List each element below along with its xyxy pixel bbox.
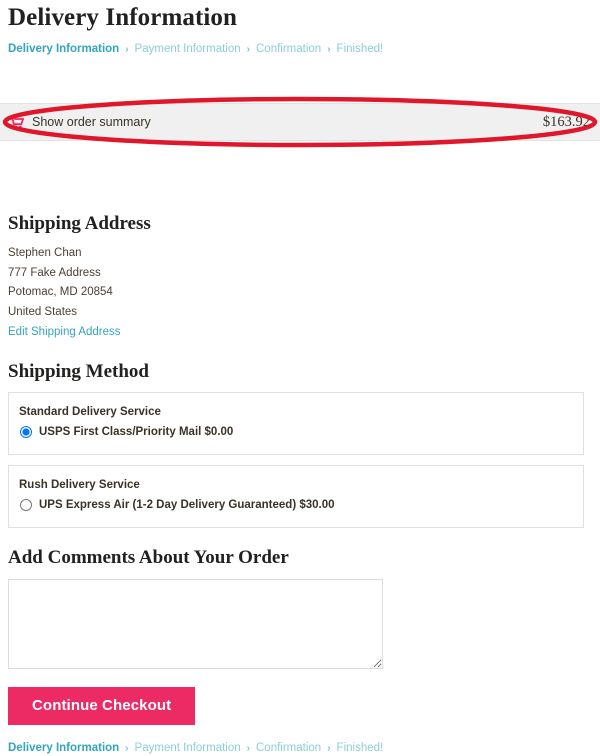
shopping-cart-icon bbox=[9, 115, 24, 129]
shipping-option-radio[interactable] bbox=[20, 426, 32, 438]
continue-checkout-button[interactable]: Continue Checkout bbox=[8, 686, 196, 725]
step-confirmation-top[interactable]: Confirmation bbox=[256, 43, 321, 55]
order-summary-left: Show order summary bbox=[0, 115, 543, 129]
order-summary-label: Show order summary bbox=[32, 115, 151, 129]
shipping-option-label: UPS Express Air (1-2 Day Delivery Guaran… bbox=[39, 498, 335, 511]
shipping-method-group-rush: Rush Delivery Service UPS Express Air (1… bbox=[8, 464, 584, 528]
checkout-delivery-page: Delivery Information Delivery Informatio… bbox=[0, 0, 600, 754]
step-separator-icon: › bbox=[327, 742, 331, 754]
order-comments-heading: Add Comments About Your Order bbox=[8, 546, 289, 568]
shipping-group-name: Standard Delivery Service bbox=[19, 405, 161, 418]
shipping-method-group-standard: Standard Delivery Service USPS First Cla… bbox=[8, 391, 584, 455]
address-line-country: United States bbox=[8, 305, 78, 318]
step-delivery-information-bottom[interactable]: Delivery Information bbox=[8, 742, 119, 754]
order-comments-section: Add Comments About Your Order bbox=[0, 528, 600, 669]
order-comments-input[interactable] bbox=[8, 578, 383, 669]
step-separator-icon: › bbox=[125, 742, 129, 754]
step-separator-icon: › bbox=[125, 44, 129, 55]
shipping-option-label: USPS First Class/Priority Mail $0.00 bbox=[39, 425, 234, 438]
address-line-city-state-zip: Potomac, MD 20854 bbox=[8, 286, 113, 298]
shipping-option-ups-express-air[interactable]: UPS Express Air (1-2 Day Delivery Guaran… bbox=[9, 498, 583, 513]
address-line-name: Stephen Chan bbox=[8, 247, 82, 259]
step-confirmation-bottom[interactable]: Confirmation bbox=[256, 742, 321, 754]
page-title: Delivery Information bbox=[8, 4, 238, 31]
checkout-steps-bottom: Delivery Information › Payment Information… bbox=[0, 725, 600, 756]
checkout-steps-top: Delivery Information › Payment Information… bbox=[0, 33, 600, 57]
shipping-method-section: Shipping Method Standard Delivery Servic… bbox=[0, 343, 600, 528]
step-finished-bottom[interactable]: Finished! bbox=[337, 742, 384, 754]
step-payment-information-top[interactable]: Payment Information bbox=[135, 43, 241, 55]
edit-shipping-address-link[interactable]: Edit Shipping Address bbox=[8, 323, 121, 343]
shipping-address-block: Stephen Chan 777 Fake Address Potomac, M… bbox=[0, 236, 600, 343]
address-line-street: 777 Fake Address bbox=[8, 266, 101, 279]
step-finished-top[interactable]: Finished! bbox=[337, 43, 384, 55]
shipping-method-heading: Shipping Method bbox=[8, 360, 149, 382]
shipping-option-radio[interactable] bbox=[20, 499, 32, 511]
step-separator-icon: › bbox=[246, 44, 250, 55]
order-summary-total: $163.92 bbox=[542, 113, 590, 130]
shipping-address-section: Shipping Address Stephen Chan 777 Fake A… bbox=[0, 57, 600, 343]
show-order-summary-bar[interactable]: Show order summary $163.92 bbox=[0, 103, 600, 141]
shipping-option-usps-first-class[interactable]: USPS First Class/Priority Mail $0.00 bbox=[9, 425, 583, 440]
step-delivery-information-top[interactable]: Delivery Information bbox=[8, 43, 119, 55]
step-separator-icon: › bbox=[327, 44, 331, 55]
shipping-address-heading: Shipping Address bbox=[8, 213, 151, 234]
step-payment-information-bottom[interactable]: Payment Information bbox=[135, 742, 241, 754]
step-separator-icon: › bbox=[246, 742, 250, 754]
shipping-group-name: Rush Delivery Service bbox=[19, 478, 140, 491]
